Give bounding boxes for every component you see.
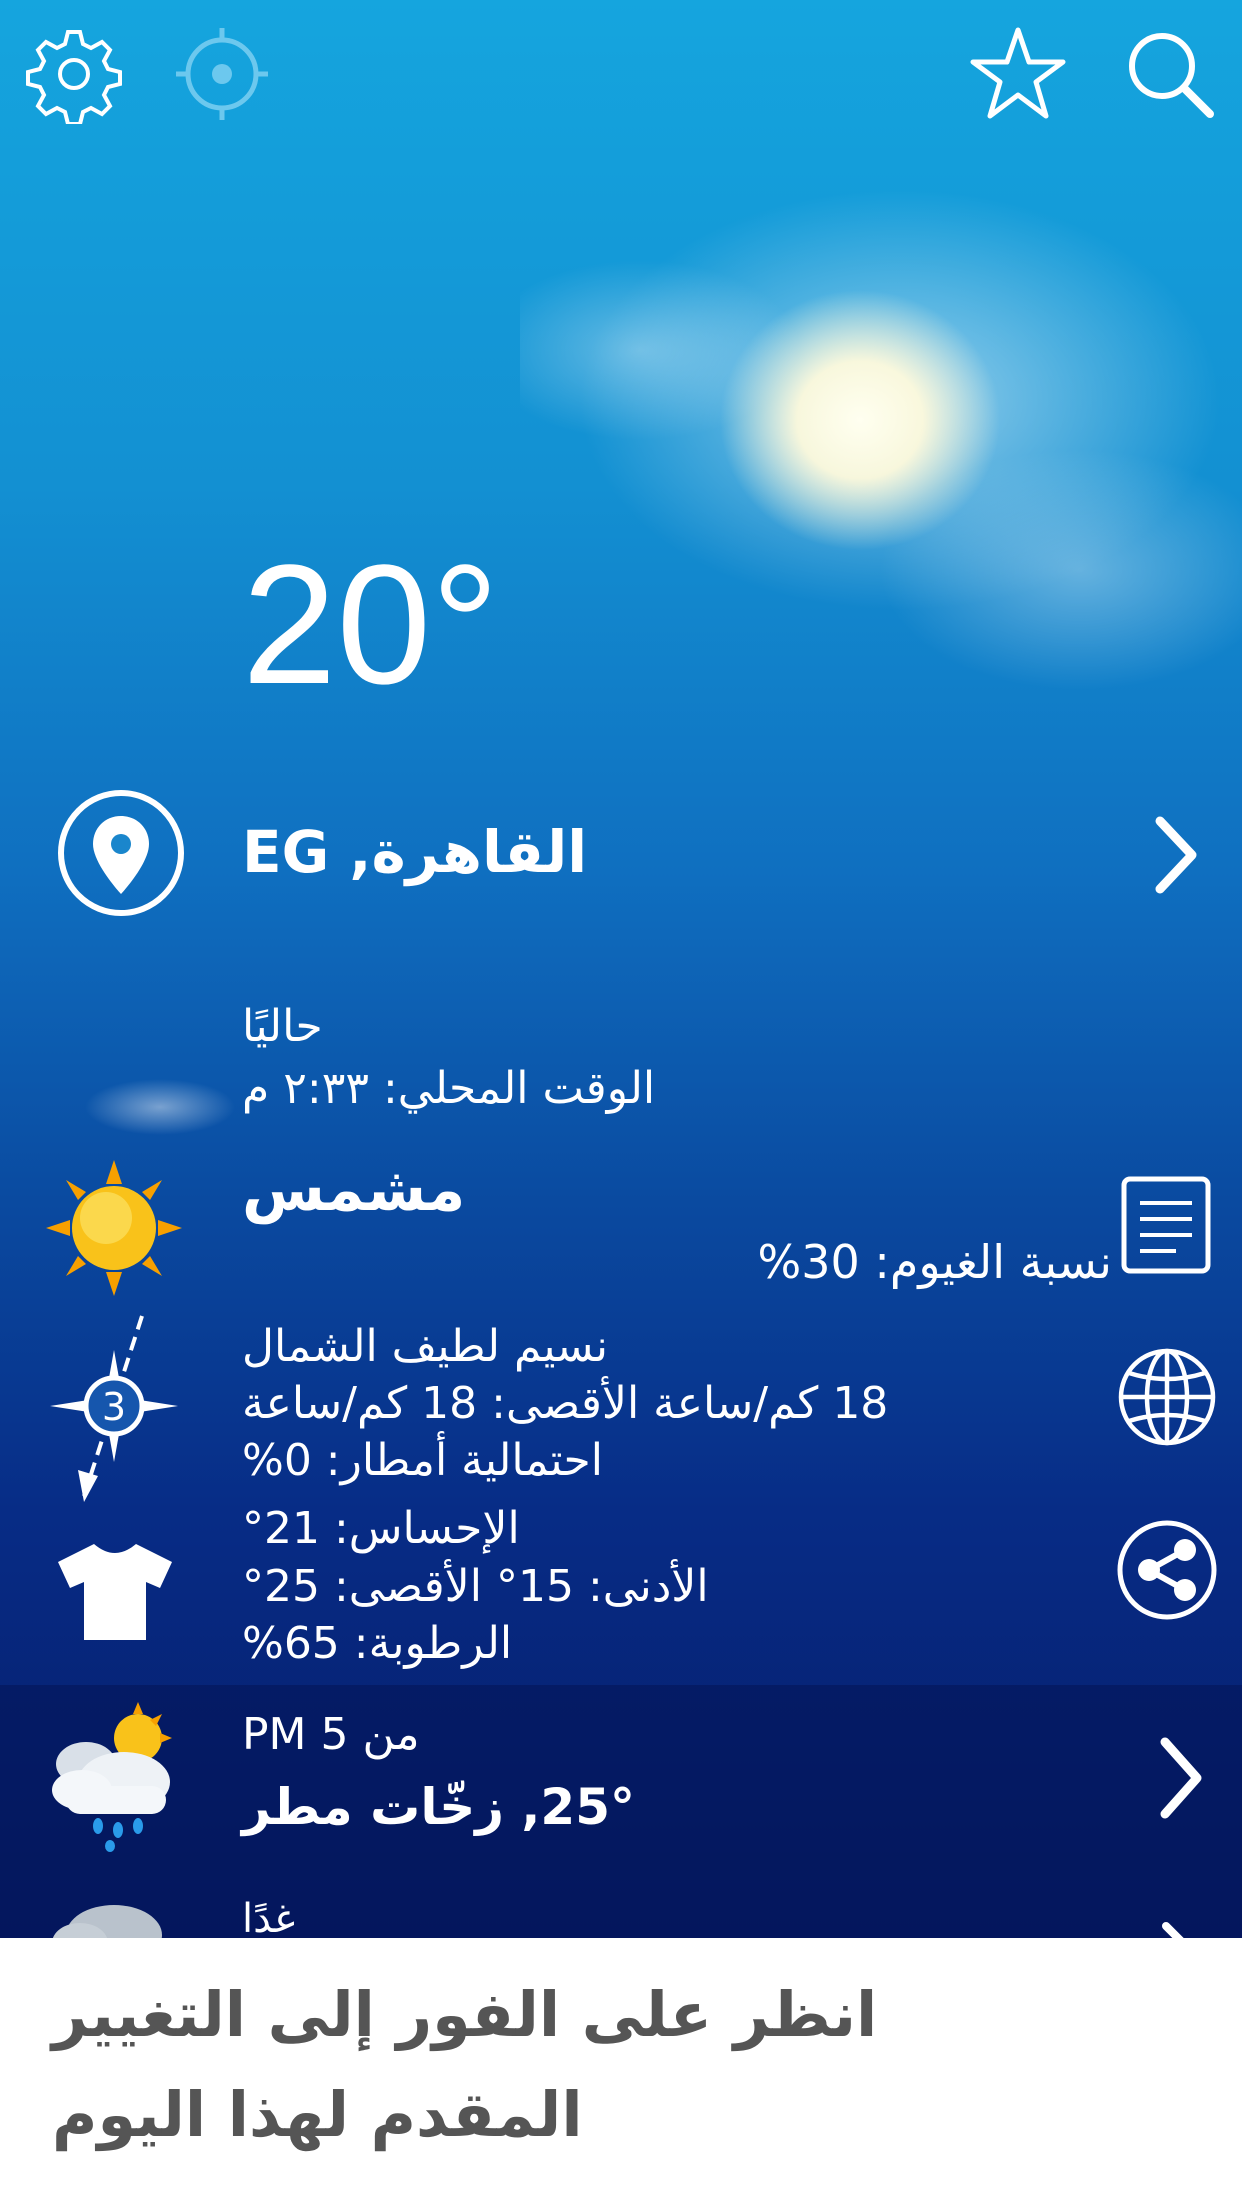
location-pin-icon[interactable] — [56, 788, 186, 918]
sun-clouds-background — [520, 150, 1242, 770]
rain-chance: احتمالية أمطار: 0% — [242, 1435, 603, 1486]
weather-screen: 20° القاهرة, EG حاليًا الوقت المحلي: ٢:٣… — [0, 0, 1242, 1938]
min-max-temp: الأدنى: 15° الأقصى: 25° — [242, 1561, 709, 1612]
cloud-cover: نسبة الغيوم: 30% — [757, 1235, 1112, 1289]
document-icon[interactable] — [1120, 1175, 1212, 1275]
next-forecast-summary: 25°, زخّات مطر — [242, 1778, 636, 1836]
wind-name: نسيم لطيف الشمال — [242, 1321, 609, 1372]
crosshair-icon[interactable] — [170, 22, 274, 126]
caption-line-2: المقدم لهذا اليوم — [52, 2078, 583, 2151]
sun-cloud-rain-icon — [46, 1702, 180, 1852]
wind-beaufort-value: 3 — [102, 1385, 126, 1429]
tomorrow-label: غدًا — [242, 1896, 296, 1938]
wind-speed: 18 كم/ساعة الأقصى: 18 كم/ساعة — [242, 1378, 889, 1429]
humidity: الرطوبة: 65% — [242, 1618, 513, 1669]
cloud-decoration — [85, 1075, 235, 1135]
cloud-icon — [44, 1895, 174, 1938]
caption-line-1: انظر على الفور إلى التغيير — [52, 1978, 878, 2051]
current-temperature: 20° — [242, 530, 500, 720]
gear-icon[interactable] — [22, 22, 126, 126]
search-icon[interactable] — [1118, 22, 1222, 126]
tshirt-icon — [56, 1540, 174, 1644]
wind-compass-icon: 3 — [48, 1310, 180, 1506]
globe-icon[interactable] — [1115, 1345, 1219, 1449]
promo-caption: انظر على الفور إلى التغيير المقدم لهذا ا… — [0, 1938, 1242, 2208]
chevron-right-icon[interactable] — [1150, 815, 1200, 899]
feels-like: الإحساس: 21° — [242, 1503, 520, 1554]
star-icon[interactable] — [966, 22, 1070, 126]
next-forecast-time: من 5 PM — [242, 1709, 420, 1760]
now-label: حاليًا — [242, 1001, 323, 1052]
condition-text: مشمس — [242, 1155, 466, 1225]
share-icon[interactable] — [1115, 1518, 1219, 1622]
location-name[interactable]: القاهرة, EG — [242, 818, 587, 886]
sun-icon — [46, 1160, 182, 1296]
chevron-right-icon[interactable] — [1155, 1736, 1205, 1824]
local-time: الوقت المحلي: ٢:٣٣ م — [242, 1063, 656, 1114]
chevron-right-icon[interactable] — [1158, 1918, 1198, 1938]
